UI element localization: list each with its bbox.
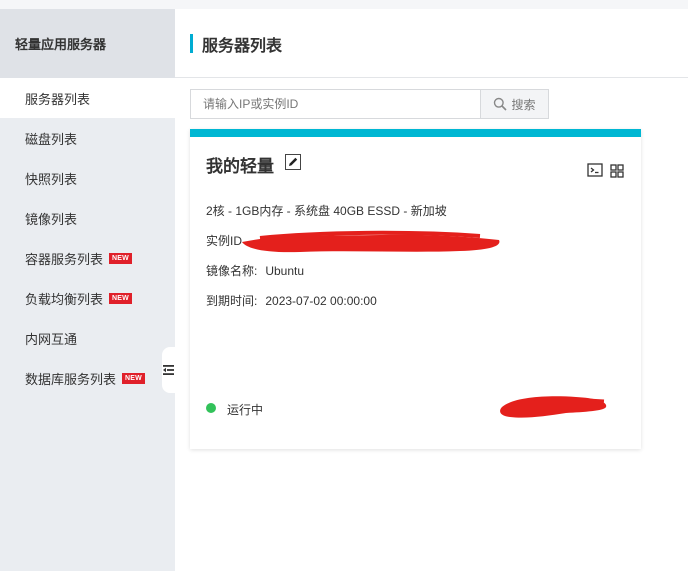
expiry-label: 到期时间:: [206, 294, 258, 308]
image-label: 镜像名称:: [206, 264, 258, 278]
instance-card[interactable]: 我的轻量 2核 - 1GB内存 - 系统盘 40GB ESSD - 新加坡 实例…: [190, 129, 641, 449]
sidebar-item-image-list[interactable]: 镜像列表: [0, 198, 175, 238]
new-badge: NEW: [122, 372, 145, 384]
search-button[interactable]: 搜索: [480, 89, 549, 119]
sidebar-item-snapshot-list[interactable]: 快照列表: [0, 158, 175, 198]
sidebar-item-label: 磁盘列表: [25, 131, 78, 147]
ip-redaction: [500, 396, 607, 418]
search-icon: [494, 97, 508, 111]
collapse-sidebar-button[interactable]: [162, 347, 175, 393]
image-row: 镜像名称: Ubuntu: [206, 262, 304, 279]
page-title: 服务器列表: [202, 38, 283, 55]
sidebar-item-label: 内网互通: [25, 331, 78, 347]
expiry-row: 到期时间: 2023-07-02 00:00:00: [206, 292, 377, 309]
status-text: 运行中: [227, 403, 264, 417]
sidebar-item-label: 快照列表: [25, 171, 78, 187]
expiry-value: 2023-07-02 00:00:00: [265, 294, 377, 308]
sidebar-item-database-list[interactable]: 数据库服务列表 NEW: [0, 358, 175, 398]
new-badge: NEW: [109, 292, 132, 304]
sidebar-item-label: 服务器列表: [25, 91, 91, 107]
collapse-sidebar-icon: [163, 365, 174, 375]
search-input[interactable]: [190, 89, 481, 119]
new-badge: NEW: [109, 252, 132, 264]
sidebar-item-label: 镜像列表: [25, 211, 78, 227]
image-value: Ubuntu: [265, 264, 305, 278]
page-header: 服务器列表: [175, 9, 688, 78]
sidebar-item-intranet[interactable]: 内网互通: [0, 318, 175, 358]
instance-spec: 2核 - 1GB内存 - 系统盘 40GB ESSD - 新加坡: [206, 204, 447, 218]
sidebar-item-container-list[interactable]: 容器服务列表 NEW: [0, 238, 175, 278]
sidebar-item-disk-list[interactable]: 磁盘列表: [0, 118, 175, 158]
sidebar-item-label: 负载均衡列表: [25, 291, 104, 307]
instance-id-label: 实例ID: [206, 234, 243, 248]
top-strip: [0, 0, 688, 9]
sidebar-item-load-balancer-list[interactable]: 负载均衡列表 NEW: [0, 278, 175, 318]
terminal-icon[interactable]: [587, 163, 603, 177]
sidebar-item-server-list[interactable]: 服务器列表: [0, 78, 175, 118]
search-button-label: 搜索: [511, 97, 536, 112]
instance-name: 我的轻量: [206, 157, 274, 176]
sidebar-item-label: 数据库服务列表: [25, 371, 117, 387]
sidebar-title: 轻量应用服务器: [0, 9, 175, 78]
sidebar: 轻量应用服务器 服务器列表 磁盘列表 快照列表 镜像列表 容器服务列表 NEW …: [0, 9, 175, 571]
instance-id-redaction: [242, 230, 500, 253]
title-accent-bar: [190, 34, 193, 53]
instance-id-row: 实例ID: [206, 232, 242, 249]
grid-icon[interactable]: [610, 164, 624, 178]
sidebar-item-label: 容器服务列表: [25, 251, 104, 267]
status-running-dot: [206, 403, 216, 413]
edit-icon[interactable]: [285, 154, 301, 170]
